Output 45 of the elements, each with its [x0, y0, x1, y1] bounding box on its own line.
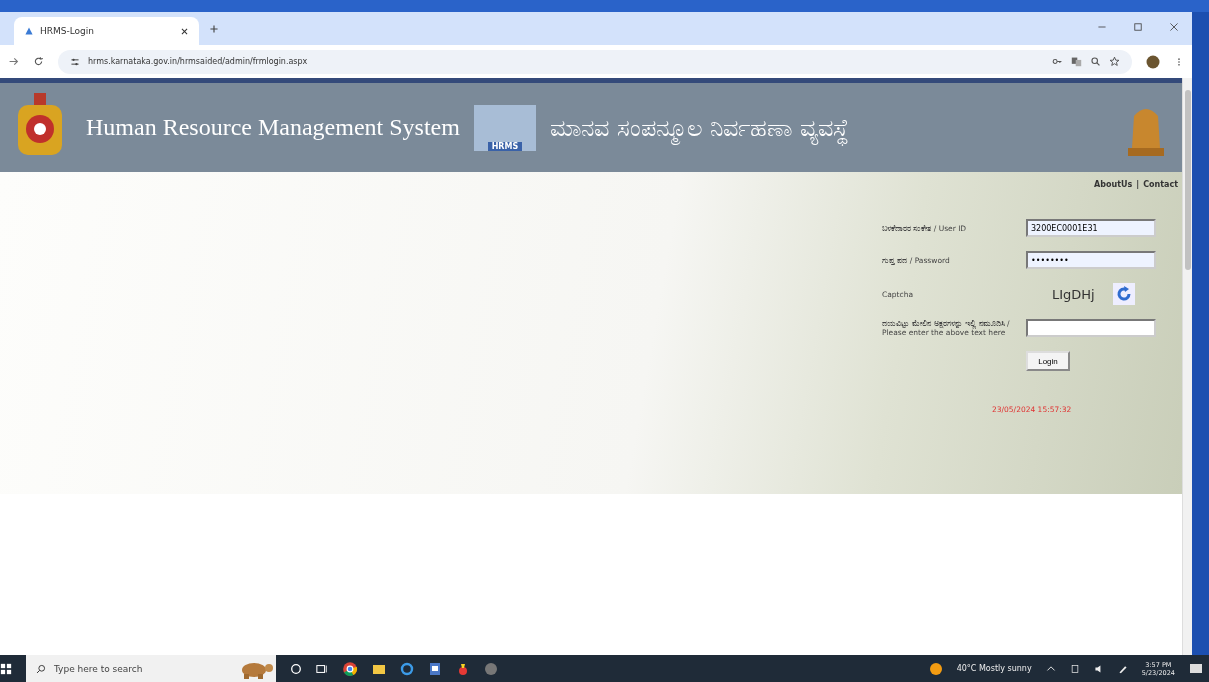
browser-tab[interactable]: HRMS-Login	[14, 17, 199, 45]
weather-icon	[928, 661, 943, 676]
login-button[interactable]: Login	[1026, 351, 1070, 371]
captcha-text: LIgDHj	[1052, 286, 1095, 302]
weather-text: 40°C Mostly sunny	[956, 664, 1032, 673]
notification-icon[interactable]	[1189, 661, 1203, 676]
circle-app-icon[interactable]	[484, 661, 498, 676]
app-icon[interactable]	[456, 661, 470, 676]
start-icon[interactable]	[0, 662, 12, 675]
hrms-logo: HRMS	[473, 104, 536, 151]
close-icon[interactable]	[1169, 22, 1179, 32]
password-field[interactable]: ••••••••	[1026, 251, 1156, 269]
user-id-field[interactable]: 3200EC0001E31	[1026, 219, 1156, 237]
site-settings-icon	[70, 56, 80, 67]
about-us-link[interactable]: AboutUs	[1094, 180, 1133, 189]
close-icon[interactable]	[180, 26, 189, 36]
reload-icon[interactable]	[33, 56, 44, 67]
maximize-icon[interactable]	[1133, 22, 1143, 32]
translate-icon[interactable]	[1071, 56, 1082, 67]
search-icon	[36, 663, 46, 674]
link-separator: |	[1136, 180, 1140, 189]
scroll-bar[interactable]	[1182, 78, 1192, 655]
refresh-icon[interactable]	[1112, 283, 1135, 305]
avatar-icon[interactable]	[1146, 54, 1160, 69]
search-placeholder: Type here to search	[54, 663, 144, 674]
document-icon[interactable]	[428, 661, 442, 676]
page-icon	[24, 26, 34, 36]
network-icon[interactable]	[1069, 663, 1080, 674]
browser-icon[interactable]	[400, 661, 414, 676]
cortana-icon[interactable]	[290, 662, 302, 675]
pen-icon[interactable]	[1117, 663, 1128, 674]
key-icon[interactable]	[1052, 56, 1063, 67]
url-text: hrms.karnataka.gov.in/hrmsaided/admin/frmlogin.aspx	[88, 57, 309, 66]
contact-link[interactable]: Contact	[1143, 180, 1178, 189]
address-bar[interactable]: hrms.karnataka.gov.in/hrmsaided/admin/frmlogin.aspx	[58, 49, 1132, 74]
task-view-icon[interactable]	[316, 662, 328, 675]
tab-title: HRMS-Login	[40, 26, 96, 36]
forward-arrow-icon[interactable]	[8, 56, 19, 67]
site-title: Human Resource Management System	[86, 114, 460, 141]
taskbar-search[interactable]: Type here to search	[26, 655, 276, 682]
zoom-icon[interactable]	[1090, 56, 1101, 67]
captcha-field[interactable]	[1026, 319, 1156, 337]
plus-icon[interactable]	[209, 23, 219, 34]
star-icon[interactable]	[1109, 56, 1120, 67]
chrome-icon[interactable]	[342, 660, 358, 677]
